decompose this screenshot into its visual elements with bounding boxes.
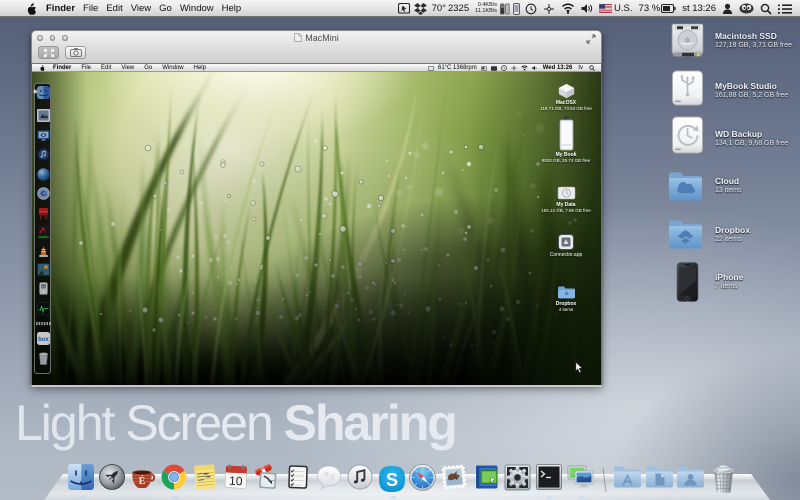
svg-text:É: É (139, 475, 146, 487)
svg-text:S: S (386, 470, 398, 490)
svg-text:10: 10 (229, 474, 243, 489)
svg-text:box: box (38, 337, 49, 343)
svg-text:あ: あ (324, 472, 329, 478)
svg-text:GREEN: GREEN (38, 235, 49, 239)
svg-text:文: 文 (330, 474, 335, 481)
